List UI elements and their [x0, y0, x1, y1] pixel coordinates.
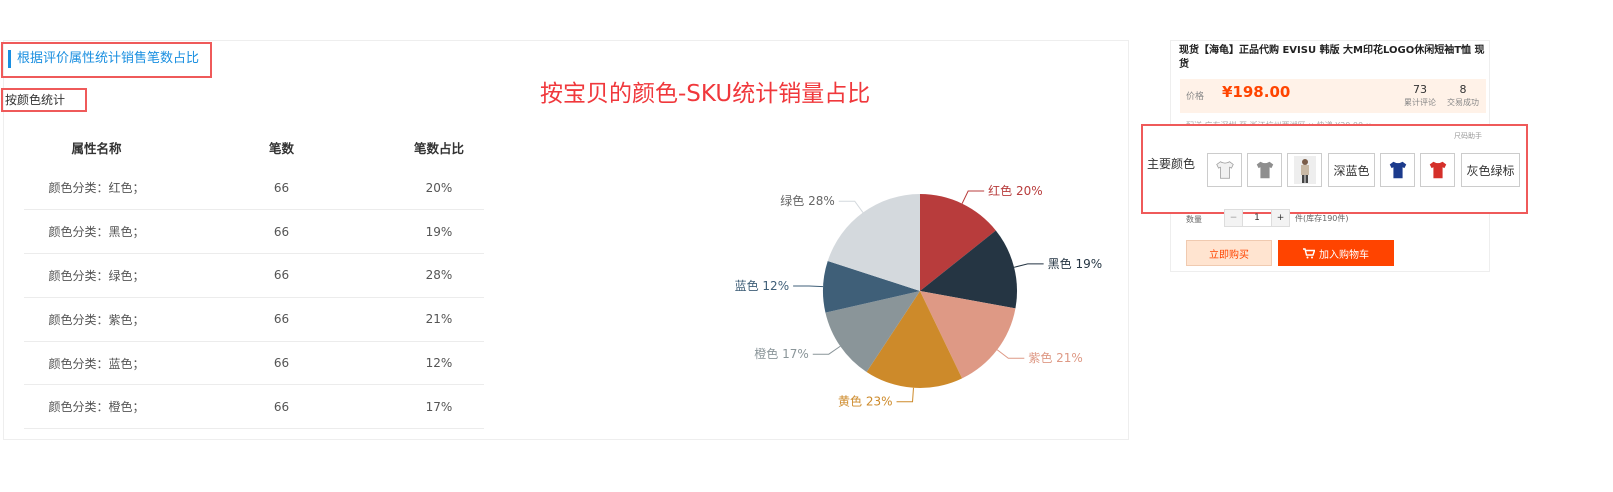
highlight-box-title — [1, 42, 212, 78]
stat-transactions-label: 交易成功 — [1447, 98, 1479, 107]
cell-percent: 12% — [394, 341, 484, 386]
cell-attr: 颜色分类：橙色； — [24, 384, 169, 430]
cell-percent: 19% — [394, 209, 484, 255]
stat-reviews-number: 73 — [1413, 83, 1427, 96]
header-attr-name: 属性名称 — [71, 140, 122, 156]
table-row: 颜色分类：蓝色； 66 12% — [24, 341, 484, 386]
pie-label: 红色 20% — [988, 183, 1043, 198]
stat-transactions: 8 交易成功 — [1443, 83, 1483, 108]
pie-leader-line — [961, 190, 985, 204]
quantity-label: 数量 — [1186, 215, 1202, 224]
pie-label: 蓝色 12% — [735, 279, 790, 293]
buy-now-button[interactable]: 立即购买 — [1186, 240, 1272, 266]
add-to-cart-button[interactable]: 加入购物车 — [1278, 240, 1394, 266]
table-row: 颜色分类：黑色； 66 19% — [24, 209, 484, 255]
pie-label: 绿色 28% — [780, 193, 835, 208]
pie-leader-line — [896, 387, 914, 403]
price-value: ¥198.00 — [1222, 83, 1291, 101]
table-row: 颜色分类：红色； 66 20% — [24, 166, 484, 211]
highlight-box-subtitle — [1, 88, 87, 112]
cell-count: 66 — [169, 209, 394, 255]
cell-attr: 颜色分类：红色； — [24, 166, 169, 211]
pie-leader-line — [812, 345, 841, 355]
highlight-box-colors — [1141, 124, 1528, 214]
header-percent: 笔数占比 — [413, 140, 464, 156]
pie-leader-line — [793, 285, 824, 288]
cell-count: 66 — [169, 341, 394, 386]
table-row: 颜色分类：紫色； 66 21% — [24, 297, 484, 342]
pie-label: 橙色 17% — [754, 346, 809, 361]
stat-transactions-number: 8 — [1459, 83, 1467, 96]
pie-label: 黑色 19% — [1048, 257, 1103, 271]
header-count: 笔数 — [268, 140, 294, 156]
pie-label: 紫色 21% — [1028, 351, 1083, 365]
cell-percent: 21% — [394, 297, 484, 342]
cell-count: 66 — [169, 384, 394, 430]
quantity-input[interactable]: 1 — [1242, 210, 1272, 226]
pie-leader-line — [1013, 263, 1044, 268]
cell-percent: 20% — [394, 166, 484, 211]
cell-attr: 颜色分类：黑色； — [24, 209, 169, 255]
quantity-stepper: − 1 + — [1224, 209, 1290, 227]
table-row: 颜色分类：橙色； 66 17% — [24, 384, 484, 430]
product-title[interactable]: 现货【海龟】正品代购 EVISU 韩版 大M印花LOGO休闲短袖T恤 现货 — [1179, 44, 1485, 72]
cell-attr: 颜色分类：绿色； — [24, 253, 169, 298]
pie-leader-line — [996, 349, 1025, 359]
stat-reviews-label: 累计评论 — [1404, 98, 1436, 107]
stat-reviews: 73 累计评论 — [1400, 83, 1440, 108]
table-row: 颜色分类：绿色； 66 28% — [24, 253, 484, 298]
stock-text: 件(库存190件) — [1295, 214, 1349, 223]
cell-count: 66 — [169, 297, 394, 342]
cell-percent: 28% — [394, 253, 484, 298]
price-label: 价格 — [1186, 92, 1205, 102]
quantity-plus-button[interactable]: + — [1272, 210, 1289, 226]
cell-count: 66 — [169, 253, 394, 298]
cell-count: 66 — [169, 166, 394, 211]
cell-attr: 颜色分类：蓝色； — [24, 341, 169, 386]
add-to-cart-label: 加入购物车 — [1319, 249, 1369, 261]
quantity-minus-button[interactable]: − — [1225, 210, 1242, 226]
cart-icon — [1303, 247, 1315, 258]
cell-percent: 17% — [394, 384, 484, 430]
cell-attr: 颜色分类：紫色； — [24, 297, 169, 342]
chart-title: 按宝贝的颜色-SKU统计销量占比 — [540, 81, 871, 107]
pie-leader-line — [838, 200, 864, 213]
attribute-table: 属性名称 笔数 笔数占比 颜色分类：红色； 66 20% 颜色分类：黑色； 66… — [24, 128, 484, 430]
table-header-row: 属性名称 笔数 笔数占比 — [24, 128, 484, 166]
color-pie-chart: 红色 20% 黑色 19% 紫色 21% 黄色 23% 橙色 17% 蓝色 12% 绿色 2… — [735, 183, 1103, 409]
pie-label: 黄色 23% — [838, 395, 893, 409]
